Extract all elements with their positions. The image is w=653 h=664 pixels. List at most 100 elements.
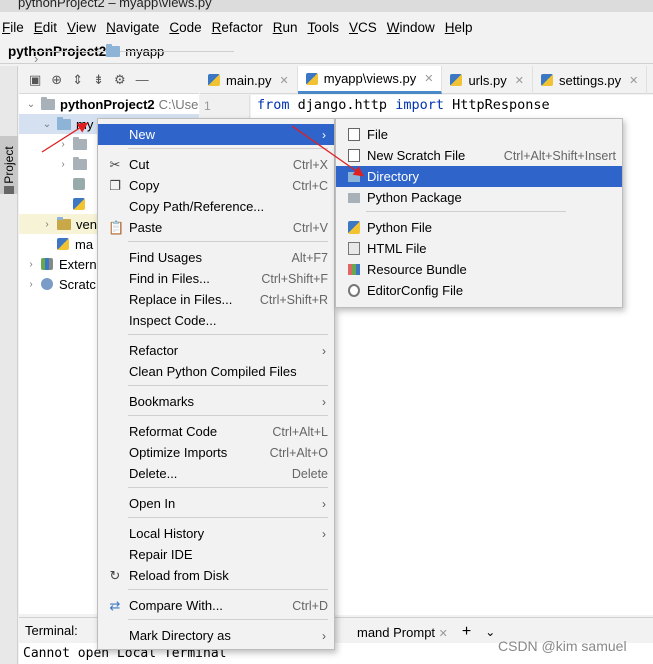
menu-item-label: HTML File — [367, 241, 427, 256]
folder-icon — [348, 172, 360, 182]
tab-views-py[interactable]: myapp\views.py ✕ — [297, 66, 443, 94]
menu-item-label: Compare With... — [129, 598, 223, 613]
submenu-item-html-file[interactable]: HTML File — [336, 238, 622, 259]
menu-separator — [128, 619, 328, 620]
menu-item-label: File — [367, 127, 388, 142]
expand-all-icon[interactable]: ⇕ — [72, 72, 83, 88]
menu-window[interactable]: Window — [387, 20, 435, 35]
menu-file[interactable]: File — [2, 20, 24, 35]
menu-run[interactable]: Run — [273, 20, 298, 35]
hide-icon[interactable]: — — [136, 72, 149, 87]
submenu-item-editorconfig[interactable]: EditorConfig File — [336, 280, 622, 301]
menu-item-copy-path[interactable]: Copy Path/Reference... — [98, 196, 334, 217]
chevron-right-icon[interactable]: › — [25, 279, 37, 290]
menu-item-find-in-files[interactable]: Find in Files... Ctrl+Shift+F — [98, 268, 334, 289]
close-icon[interactable]: ✕ — [424, 72, 433, 85]
close-icon[interactable]: ✕ — [515, 74, 524, 87]
python-file-icon — [348, 221, 360, 234]
menu-item-bookmarks[interactable]: Bookmarks › — [98, 391, 334, 412]
menu-item-clean-python[interactable]: Clean Python Compiled Files — [98, 361, 334, 382]
chevron-right-icon[interactable]: › — [57, 139, 69, 150]
chevron-down-icon[interactable]: ⌄ — [485, 625, 495, 639]
tab-settings-py[interactable]: settings.py ✕ — [533, 66, 648, 94]
menu-item-new[interactable]: New › — [98, 124, 334, 145]
project-view-icon[interactable]: ▣ — [29, 72, 41, 88]
gear-icon[interactable]: ⚙ — [114, 72, 126, 88]
menu-item-inspect-code[interactable]: Inspect Code... — [98, 310, 334, 331]
menu-item-refactor[interactable]: Refactor › — [98, 340, 334, 361]
menu-item-reformat[interactable]: Reformat Code Ctrl+Alt+L — [98, 421, 334, 442]
menu-item-shortcut: Ctrl+D — [292, 598, 328, 613]
menu-item-copy[interactable]: ❐ Copy Ctrl+C — [98, 175, 334, 196]
menu-item-replace-in-files[interactable]: Replace in Files... Ctrl+Shift+R — [98, 289, 334, 310]
refresh-icon: ↻ — [109, 568, 121, 583]
menu-item-label: Paste — [129, 220, 163, 235]
left-tool-stripe: Project — [0, 66, 18, 664]
add-icon[interactable]: + — [462, 623, 471, 641]
file-icon — [348, 128, 360, 141]
menu-item-label: Find in Files... — [129, 271, 210, 286]
chevron-right-icon[interactable]: › — [41, 219, 53, 230]
menu-item-find-usages[interactable]: Find Usages Alt+F7 — [98, 247, 334, 268]
chevron-down-icon[interactable]: ⌄ — [41, 119, 53, 130]
close-icon[interactable]: ✕ — [280, 74, 289, 87]
line-number: 1 — [204, 99, 211, 113]
submenu-item-resource-bundle[interactable]: Resource Bundle — [336, 259, 622, 280]
menu-separator — [128, 385, 328, 386]
collapse-all-icon[interactable]: ⇟ — [93, 72, 104, 88]
menu-refactor[interactable]: Refactor — [212, 20, 263, 35]
menu-help[interactable]: Help — [445, 20, 473, 35]
close-icon[interactable]: ✕ — [629, 74, 638, 87]
menu-item-shortcut: Delete — [291, 466, 328, 481]
menu-vcs[interactable]: VCS — [349, 20, 377, 35]
window-title: pythonProject2 – myapp\views.py — [18, 0, 212, 10]
menu-item-repair-ide[interactable]: Repair IDE — [98, 544, 334, 565]
menu-code[interactable]: Code — [169, 20, 201, 35]
menu-item-label: Bookmarks — [129, 394, 195, 409]
menu-item-label: Delete... — [129, 466, 178, 481]
watermark: CSDN @kim samuel — [498, 638, 627, 654]
menu-item-optimize-imports[interactable]: Optimize Imports Ctrl+Alt+O — [98, 442, 334, 463]
tab-urls-py[interactable]: urls.py ✕ — [442, 66, 533, 94]
menu-view[interactable]: View — [67, 20, 96, 35]
menu-item-mark-directory[interactable]: Mark Directory as › — [98, 625, 334, 646]
menu-item-label: Open In — [129, 496, 176, 511]
terminal-tab[interactable]: mand Prompt ✕ — [357, 625, 448, 640]
menu-item-cut[interactable]: ✂ Cut Ctrl+X — [98, 154, 334, 175]
tree-item-label: ven — [76, 216, 97, 232]
menu-item-reload[interactable]: ↻ Reload from Disk — [98, 565, 334, 586]
menu-edit[interactable]: Edit — [34, 20, 57, 35]
submenu-item-file[interactable]: File — [336, 124, 622, 145]
menu-item-open-in[interactable]: Open In › — [98, 493, 334, 514]
python-file-icon — [305, 72, 318, 85]
menu-navigate[interactable]: Navigate — [106, 20, 159, 35]
structure-icon[interactable] — [4, 186, 14, 194]
menu-item-label: New — [129, 127, 156, 142]
chevron-right-icon[interactable]: › — [25, 259, 37, 270]
submenu-item-python-package[interactable]: Python Package — [336, 187, 622, 208]
tab-main-py[interactable]: main.py ✕ — [200, 66, 298, 94]
menu-item-delete[interactable]: Delete... Delete — [98, 463, 334, 484]
target-icon[interactable]: ⊕ — [51, 72, 62, 88]
folder-icon — [73, 136, 87, 150]
menu-item-label: Reload from Disk — [129, 568, 229, 583]
folder-icon — [57, 116, 71, 130]
menu-item-shortcut: Ctrl+V — [292, 220, 328, 235]
menu-item-paste[interactable]: 📋 Paste Ctrl+V — [98, 217, 334, 238]
menu-item-local-history[interactable]: Local History › — [98, 523, 334, 544]
submenu-item-directory[interactable]: Directory — [336, 166, 622, 187]
submenu-item-python-file[interactable]: Python File — [336, 217, 622, 238]
tab-label: myapp\views.py — [323, 71, 417, 86]
menu-item-shortcut: Ctrl+Shift+R — [259, 292, 328, 307]
tree-root[interactable]: ⌄ pythonProject2 C:\Use — [19, 94, 199, 114]
menu-tools[interactable]: Tools — [307, 20, 339, 35]
chevron-right-icon: › — [322, 394, 326, 409]
submenu-item-scratch[interactable]: New Scratch File Ctrl+Alt+Shift+Insert — [336, 145, 622, 166]
menu-item-compare[interactable]: ⇄ Compare With... Ctrl+D — [98, 595, 334, 616]
chevron-right-icon[interactable]: › — [57, 159, 69, 170]
terminal-label: Terminal: — [25, 623, 78, 638]
chevron-down-icon[interactable]: ⌄ — [25, 99, 37, 110]
chevron-right-icon: › — [34, 51, 234, 66]
close-icon[interactable]: ✕ — [439, 628, 448, 640]
menu-item-label: Inspect Code... — [129, 313, 217, 328]
